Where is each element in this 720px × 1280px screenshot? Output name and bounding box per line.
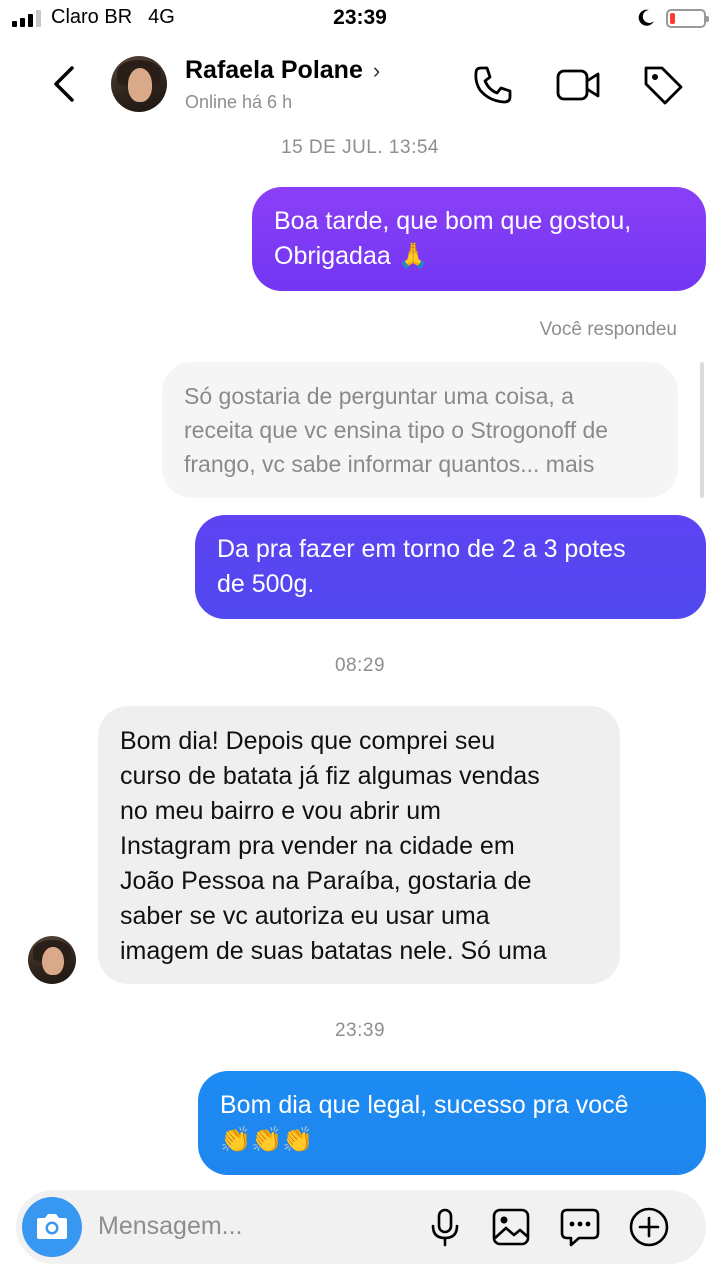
- tag-icon[interactable]: [640, 62, 686, 108]
- message-line: João Pessoa na Paraíba, gostaria de: [120, 867, 532, 895]
- incoming-message[interactable]: Bom dia! Depois que comprei seu curso de…: [98, 706, 620, 984]
- message-line: saber se vc autoriza eu usar uma: [120, 902, 490, 930]
- camera-button[interactable]: [22, 1197, 82, 1257]
- message-composer: Mensagem...: [16, 1190, 706, 1264]
- outgoing-message[interactable]: Boa tarde, que bom que gostou, Obrigadaa…: [252, 187, 706, 291]
- avatar[interactable]: [28, 936, 76, 984]
- message-line: imagem de suas batatas nele. Só uma: [120, 937, 547, 965]
- outgoing-message[interactable]: Bom dia que legal, sucesso pra você 👏👏👏: [198, 1071, 706, 1175]
- message-input[interactable]: Mensagem...: [98, 1212, 243, 1241]
- timestamp: 23:39: [334, 1020, 386, 1041]
- message-line: Bom dia! Depois que comprei seu: [120, 727, 496, 755]
- timestamp: 15 DE JUL. 13:54: [281, 137, 439, 158]
- status-bar: Claro BR 4G 23:39: [0, 0, 720, 40]
- contact-name[interactable]: Rafaela Polane ›: [185, 56, 380, 85]
- reply-label: Você respondeu: [539, 319, 677, 340]
- message-line: Bom dia que legal, sucesso pra você: [220, 1091, 629, 1119]
- online-status: Online há 6 h: [185, 92, 293, 112]
- chat-header: Rafaela Polane › Online há 6 h: [0, 44, 720, 124]
- sticker-icon[interactable]: [559, 1206, 601, 1248]
- video-camera-icon[interactable]: [555, 62, 601, 108]
- battery-icon: [666, 8, 709, 28]
- back-chevron-icon[interactable]: [44, 62, 84, 106]
- add-icon[interactable]: [628, 1206, 670, 1248]
- quoted-message[interactable]: Só gostaria de perguntar uma coisa, a re…: [162, 362, 678, 498]
- contact-name-text: Rafaela Polane: [185, 56, 363, 84]
- phone-icon[interactable]: [470, 62, 516, 108]
- message-line: Da pra fazer em torno de 2 a 3 potes: [217, 535, 626, 563]
- avatar[interactable]: [111, 56, 167, 112]
- message-line: Instagram pra vender na cidade em: [120, 832, 515, 860]
- outgoing-message[interactable]: Da pra fazer em torno de 2 a 3 potes de …: [195, 515, 706, 619]
- timestamp: 08:29: [334, 655, 386, 676]
- camera-icon: [37, 1214, 67, 1239]
- message-line: no meu bairro e vou abrir um: [120, 797, 441, 825]
- clock: 23:39: [333, 6, 387, 29]
- message-line: curso de batata já fiz algumas vendas: [120, 762, 540, 790]
- gallery-icon[interactable]: [490, 1206, 532, 1248]
- microphone-icon[interactable]: [424, 1206, 466, 1248]
- quoted-line: Só gostaria de perguntar uma coisa, a: [184, 383, 574, 409]
- quoted-line: receita que vc ensina tipo o Strogonoff …: [184, 417, 609, 443]
- message-line: 👏👏👏: [220, 1126, 314, 1154]
- message-line: de 500g.: [217, 570, 315, 598]
- message-line: Boa tarde, que bom que gostou,: [274, 207, 632, 235]
- chevron-right-icon: ›: [372, 57, 381, 83]
- message-line: Obrigadaa 🙏: [274, 242, 429, 270]
- quote-bar: [700, 362, 704, 498]
- moon-icon: [638, 9, 654, 26]
- quoted-line: frango, vc sabe informar quantos... mais: [184, 451, 595, 477]
